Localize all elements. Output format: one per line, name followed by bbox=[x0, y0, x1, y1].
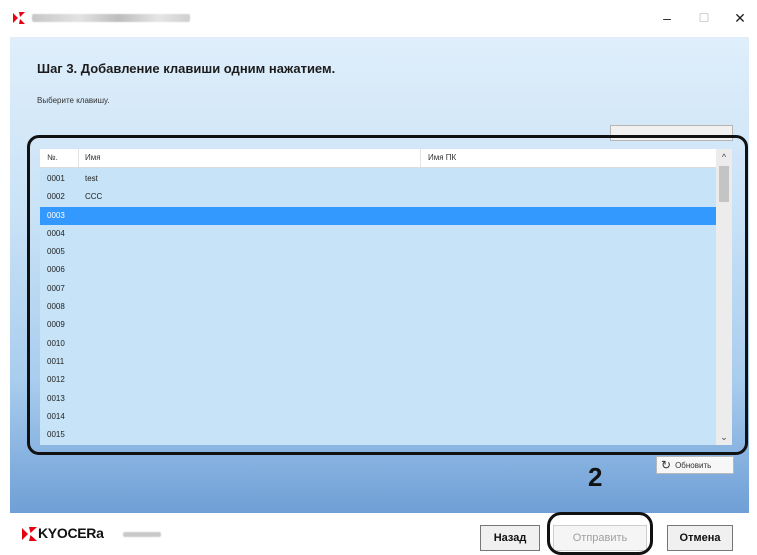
instruction-text: Выберите клавишу. bbox=[37, 96, 110, 105]
window-title-redacted bbox=[32, 14, 190, 22]
close-button[interactable]: ✕ bbox=[725, 6, 755, 30]
step-title: Шаг 3. Добавление клавиши одним нажатием… bbox=[37, 61, 336, 76]
kyocera-logo-icon bbox=[22, 527, 37, 541]
send-button-highlight-outline bbox=[547, 512, 653, 555]
table-highlight-outline bbox=[27, 135, 748, 455]
title-bar: – ☐ ✕ bbox=[0, 0, 757, 36]
maximize-button[interactable]: ☐ bbox=[689, 6, 719, 30]
back-button[interactable]: Назад bbox=[480, 525, 540, 551]
refresh-icon: ↻ bbox=[661, 458, 672, 472]
cancel-button[interactable]: Отмена bbox=[667, 525, 733, 551]
callout-number: 2 bbox=[588, 462, 603, 492]
version-redacted bbox=[123, 532, 161, 537]
minimize-button[interactable]: – bbox=[652, 6, 682, 30]
refresh-button[interactable]: ↻ Обновить bbox=[656, 456, 734, 474]
refresh-label: Обновить bbox=[675, 461, 712, 470]
app-icon bbox=[13, 12, 25, 24]
brand-logo-text: KYOCERa bbox=[38, 525, 104, 541]
